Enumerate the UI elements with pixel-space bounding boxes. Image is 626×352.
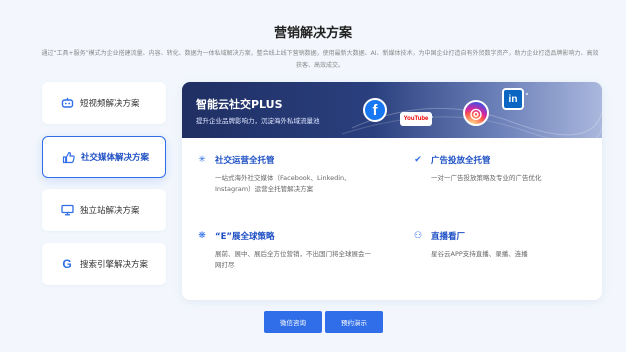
sparkle-icon: ✳ [198,155,206,165]
monitor-icon [60,203,74,217]
feature-text: 展前、展中、展后全方位营销，不出国门将全球展会一网打尽 [215,250,371,269]
feature-text: 星谷云APP支持直播、录播、连播 [431,250,528,258]
facebook-icon: f [363,98,387,122]
robot-icon [60,96,74,110]
feature-live-factory: ⚇ 直播看厂 星谷云APP支持直播、录播、连播 [412,230,602,260]
thumbs-up-icon [61,150,75,164]
book-demo-button[interactable]: 预约演示 [325,311,383,333]
google-icon: G [62,257,72,271]
feature-title: “E”展全球策略 [215,232,275,242]
sidebar-item-label: 社交媒体解决方案 [81,153,150,163]
banner-title: 智能云社交PLUS [196,98,283,111]
wechat-consult-button[interactable]: 微信咨询 [264,311,322,333]
sidebar-item-label: 短视频解决方案 [80,99,140,109]
linkedin-icon: in [502,88,524,110]
solution-card: 智能云社交PLUS 提升企业品牌影响力，沉淀海外私域流量池 f YouTube … [182,82,602,300]
feature-social-operation: ✳ 社交运营全托管 一站式海外社交媒体（Facebook、Linkedin、In… [196,154,386,195]
feature-title: 广告投放全托管 [431,156,491,166]
page-description: 通过“工具+服务”模式为企业搭建流量、内容、转化、数据为一体私域解决方案，整合线… [41,50,599,69]
sidebar-item-search-engine[interactable]: G 搜索引擎解决方案 [42,243,166,285]
sidebar-item-website[interactable]: 独立站解决方案 [42,189,166,231]
globe-icon: ❋ [198,231,206,241]
youtube-icon: YouTube [400,112,432,126]
feature-title: 社交运营全托管 [215,156,275,166]
feature-text: 一站式海外社交媒体（Facebook、Linkedin、Instagram）运营… [215,174,351,193]
feature-e-expo: ❋ “E”展全球策略 展前、展中、展后全方位营销，不出国门将全球展会一网打尽 [196,230,386,271]
feature-text: 一对一广告投放策略及专业的广告优化 [431,174,542,182]
page-title: 营销解决方案 [273,26,352,41]
ad-check-icon: ✔ [414,155,422,165]
banner-subtitle: 提升企业品牌影响力，沉淀海外私域流量池 [196,117,320,125]
sidebar-item-label: 搜索引擎解决方案 [80,260,149,270]
sidebar-item-short-video[interactable]: 短视频解决方案 [42,82,166,124]
sidebar-item-social-media[interactable]: 社交媒体解决方案 [42,136,166,178]
live-icon: ⚇ [413,231,423,241]
banner: 智能云社交PLUS 提升企业品牌影响力，沉淀海外私域流量池 f YouTube … [182,82,602,138]
sidebar-item-label: 独立站解决方案 [80,206,140,216]
feature-title: 直播看厂 [431,232,466,242]
feature-ad-management: ✔ 广告投放全托管 一对一广告投放策略及专业的广告优化 [412,154,602,184]
instagram-icon: ◎ [463,100,489,126]
